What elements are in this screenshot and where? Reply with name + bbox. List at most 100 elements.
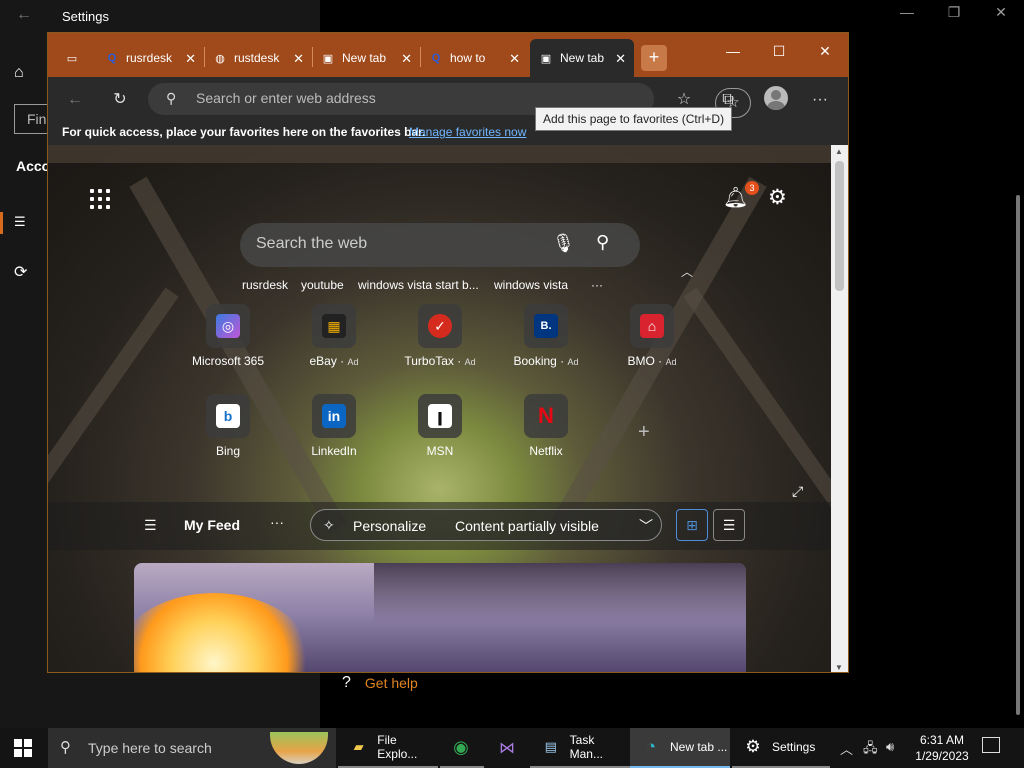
settings-minimize-button[interactable]: — [884,4,930,20]
quick-link-windows-vista-start[interactable]: windows vista start b... [358,278,479,292]
settings-close-button[interactable]: ✕ [978,4,1024,21]
close-tab-icon[interactable]: ✕ [185,51,196,67]
tab-label: New tab [342,51,387,65]
tile-ebay[interactable]: ▦ eBay · Ad [289,304,379,368]
tile-label: Booking [513,354,557,368]
apps-launcher-icon[interactable] [90,189,110,209]
tile-microsoft-365[interactable]: ◎ Microsoft 365 [183,304,273,368]
action-center-icon[interactable] [982,737,1000,753]
favorites-bar-message: For quick access, place your favorites h… [62,125,426,139]
chevron-up-icon[interactable]: ︿ [681,263,693,280]
tile-booking[interactable]: B. Booking · Ad [501,304,591,368]
profile-avatar[interactable] [764,86,788,110]
personalize-button[interactable]: Personalize [353,518,426,534]
tab-actions-button[interactable]: ▭ [56,41,94,75]
github-icon: ◍ [215,52,225,65]
taskbar-search-box[interactable]: ⚲ Type here to search [48,728,336,768]
volume-icon[interactable]: 🔊︎ [886,739,894,755]
personalize-control[interactable]: ✧ Personalize Content partially visible … [310,509,662,541]
close-tab-icon[interactable]: ✕ [615,51,626,67]
microphone-icon[interactable]: 🎙︎ [552,233,575,254]
tile-linkedin[interactable]: in LinkedIn [289,394,379,458]
tile-bing[interactable]: b Bing [183,394,273,458]
taskbar-visual-studio[interactable]: ⋈ [486,728,530,768]
my-feed-tab[interactable]: My Feed [184,517,240,533]
feed-menu-icon[interactable]: ☰ [144,517,157,534]
quick-link-youtube[interactable]: youtube [301,278,344,292]
newtab-icon: ▣ [540,52,552,65]
tile-bmo[interactable]: ⌂ BMO · Ad [607,304,697,368]
close-tab-icon[interactable]: ✕ [293,51,304,67]
taskbar: ⚲ Type here to search ▰ File Explo... ◉ … [0,728,1024,768]
tab-label: how to [450,51,486,65]
feed-more-icon[interactable]: ··· [270,514,284,530]
sparkle-icon: ✧ [323,517,335,533]
linkedin-icon: in [322,404,346,428]
chevron-up-icon[interactable]: ︿ [840,739,853,758]
settings-back-button[interactable]: ← [16,6,32,24]
page-settings-gear-icon[interactable]: ⚙ [768,185,787,210]
taskbar-task-manager[interactable]: ▤ Task Man... [530,728,630,768]
edge-icon: ◔ [645,737,657,756]
content-visibility-dropdown[interactable]: Content partially visible [455,518,599,534]
ad-label: Ad [665,357,677,367]
scrollbar-thumb[interactable] [835,161,844,291]
system-clock[interactable]: 6:31 AM 1/29/2023 [912,732,972,764]
new-tab-page: 🔔︎ 3 ⚙ Search the web 🎙︎ ⚲ ︿ rusrdesk yo… [48,145,831,672]
windows-start-icon[interactable] [14,739,32,757]
taskbar-app-label: New tab ... [670,740,728,754]
manage-favorites-link[interactable]: Manage favorites now [409,125,526,139]
taskbar-settings[interactable]: ⚙ Settings [732,728,830,768]
quick-link-rusrdesk[interactable]: rusrdesk [242,278,288,292]
scroll-down-arrow-icon[interactable]: ▼ [835,663,843,672]
add-site-plus-icon[interactable]: + [638,421,650,444]
tab-how-to[interactable]: Q how to ✕ [420,41,528,75]
refresh-icon[interactable]: ↻ [107,87,133,113]
tab-new-tab-1[interactable]: ▣ New tab ✕ [312,41,421,75]
gear-icon: ⚙ [745,737,761,756]
quick-link-windows-vista[interactable]: windows vista [494,278,568,292]
tab-rustdesk[interactable]: ◍ rustdesk ✕ [204,41,313,75]
home-icon[interactable]: ⌂ [14,64,24,82]
visual-studio-icon: ⋈ [499,740,515,757]
more-options-icon[interactable]: ··· [807,87,833,113]
edge-maximize-button[interactable]: ☐ [756,43,802,60]
sync-icon[interactable]: ⟳ [14,262,27,282]
close-tab-icon[interactable]: ✕ [401,51,412,67]
back-arrow-icon[interactable]: ← [62,87,88,113]
tile-label: Microsoft 365 [191,354,265,368]
settings-scrollbar[interactable] [1016,195,1020,715]
scroll-up-arrow-icon[interactable]: ▲ [835,147,843,156]
close-tab-icon[interactable]: ✕ [509,51,520,67]
quick-links-more[interactable]: ··· [591,278,603,292]
grid-view-icon[interactable]: ⊞ [676,509,708,541]
tile-msn[interactable]: ꞁ MSN [395,394,485,458]
taskbar-file-explorer[interactable]: ▰ File Explo... [338,728,438,768]
address-placeholder: Search or enter web address [196,90,376,106]
list-view-icon[interactable]: ☰ [713,509,745,541]
account-info-icon[interactable]: ☰ [14,214,26,230]
search-icon[interactable]: ⚲ [596,232,609,253]
network-icon[interactable]: 🖧︎ [863,739,878,761]
add-favorite-tooltip: Add this page to favorites (Ctrl+D) [535,107,733,131]
web-search-box[interactable]: Search the web 🎙︎ ⚲ [240,223,640,267]
tile-turbotax[interactable]: ✓ TurboTax · Ad [395,304,485,368]
tile-netflix[interactable]: N Netflix [501,394,591,458]
chevron-down-icon[interactable]: ﹀ [639,516,653,536]
folder-icon: ▰ [353,739,364,754]
taskbar-chrome[interactable]: ◉ [440,728,484,768]
search-icon: Q [107,52,117,64]
edge-minimize-button[interactable]: — [710,43,756,59]
taskbar-edge[interactable]: ◔ New tab ... [630,728,730,768]
tab-rusrdesk[interactable]: Q rusrdesk ✕ [96,41,205,75]
new-tab-button[interactable]: + [641,45,667,71]
chrome-icon: ◉ [453,736,469,757]
expand-background-icon[interactable]: ⤢ [792,483,803,500]
tab-new-tab-active[interactable]: ▣ New tab ✕ [530,39,634,77]
feed-card-image[interactable] [134,563,746,672]
feed-image-explosion [134,593,314,672]
page-scrollbar[interactable]: ▲ ▼ [831,145,848,672]
edge-close-button[interactable]: ✕ [802,43,848,60]
settings-maximize-button[interactable]: ❐ [931,4,977,21]
get-help-link[interactable]: ? Get help [342,674,418,692]
